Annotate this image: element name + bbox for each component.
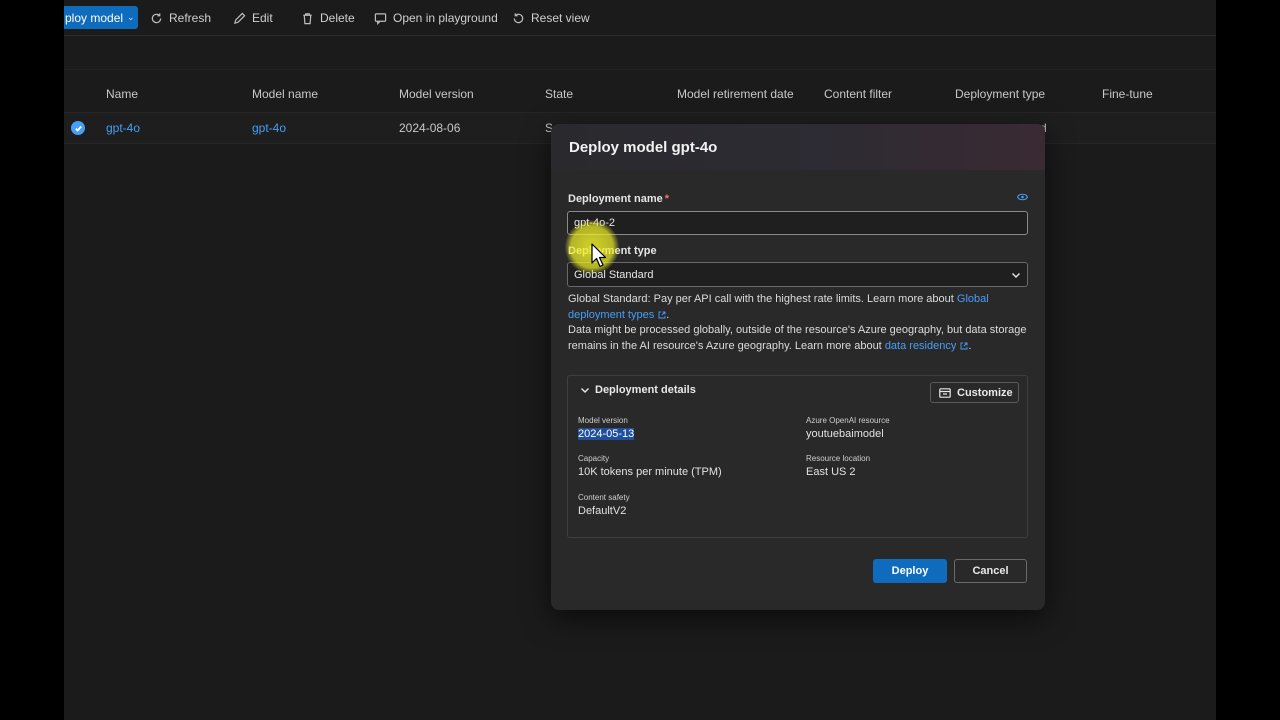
- deploy-model-dialog: Deploy model gpt-4o Deployment name* gpt…: [551, 124, 1045, 610]
- deployment-name-label: Deployment name *: [568, 193, 669, 205]
- refresh-label: Refresh: [169, 11, 212, 25]
- column-header-name[interactable]: Name: [106, 87, 138, 101]
- resource-location-key: Resource location: [806, 454, 871, 463]
- pencil-icon: [233, 12, 246, 24]
- info-text-1: Global Standard: Pay per API call with t…: [568, 293, 954, 305]
- dialog-header: Deploy model gpt-4o: [551, 124, 1045, 170]
- refresh-icon: [151, 12, 162, 23]
- model-name-link[interactable]: gpt-4o: [252, 121, 286, 135]
- eye-icon[interactable]: [1017, 193, 1028, 201]
- settings-panel-icon: [939, 387, 951, 398]
- delete-button[interactable]: Delete: [301, 10, 355, 26]
- command-bar: ploy model ⌄ Refresh Edit Delete Open in…: [64, 0, 1216, 36]
- content-safety-value: DefaultV2: [578, 505, 627, 517]
- filter-band: [64, 38, 1216, 70]
- column-header-model-version[interactable]: Model version: [399, 87, 474, 101]
- row-selected-checkbox[interactable]: [71, 121, 85, 135]
- chevron-down-icon: [1012, 273, 1020, 278]
- reset-view-label: Reset view: [531, 11, 590, 25]
- capacity-value: 10K tokens per minute (TPM): [578, 466, 722, 478]
- deploy-model-label: ploy model: [65, 10, 124, 25]
- deployment-name-input[interactable]: gpt-4o-2: [567, 211, 1028, 235]
- column-header-fine-tune[interactable]: Fine-tune: [1102, 87, 1153, 101]
- model-version-text: 2024-05-13: [578, 428, 635, 440]
- deployment-type-info: Global Standard: Pay per API call with t…: [568, 293, 1027, 352]
- resource-location-value: East US 2: [806, 466, 856, 478]
- column-header-state[interactable]: State: [545, 87, 573, 101]
- reset-icon: [513, 12, 524, 23]
- deployment-name-link[interactable]: gpt-4o: [106, 121, 140, 135]
- capacity-key: Capacity: [578, 454, 610, 463]
- edit-button[interactable]: Edit: [233, 10, 273, 26]
- chat-icon: [374, 12, 387, 25]
- open-in-playground-label: Open in playground: [393, 11, 498, 25]
- deployment-name-label-text: Deployment name: [568, 193, 663, 205]
- deploy-model-button[interactable]: ploy model ⌄: [64, 6, 138, 29]
- checkmark-icon: [74, 125, 82, 132]
- data-residency-link[interactable]: data residency: [885, 340, 957, 352]
- mouse-pointer-icon: [591, 243, 607, 268]
- required-marker: *: [664, 193, 670, 205]
- delete-label: Delete: [320, 11, 355, 25]
- refresh-button[interactable]: Refresh: [150, 10, 211, 26]
- open-in-playground-button[interactable]: Open in playground: [374, 10, 498, 26]
- deployment-type-dropdown[interactable]: Global Standard: [567, 262, 1028, 287]
- content-safety-key: Content safety: [578, 493, 630, 502]
- chevron-down-icon: [581, 388, 589, 393]
- deploy-button[interactable]: Deploy: [873, 559, 947, 583]
- openai-resource-value: youtuebaimodel: [806, 428, 884, 440]
- edit-label: Edit: [252, 11, 273, 25]
- external-link-icon: [658, 311, 666, 318]
- table-header: Name Model name Model version State Mode…: [64, 84, 1216, 104]
- screen-margin: [1216, 0, 1280, 720]
- column-header-content-filter[interactable]: Content filter: [824, 87, 892, 101]
- deployment-details-toggle[interactable]: Deployment details: [580, 384, 696, 396]
- model-version-cell: 2024-08-06: [399, 121, 461, 135]
- openai-resource-key: Azure OpenAI resource: [806, 416, 890, 425]
- info-text-2: Data might be processed globally, outsid…: [568, 324, 1027, 352]
- column-header-retirement-date[interactable]: Model retirement date: [677, 87, 794, 101]
- customize-button[interactable]: Customize: [930, 382, 1019, 403]
- model-version-value: 2024-05-13: [578, 428, 635, 440]
- customize-label: Customize: [957, 386, 1013, 399]
- cancel-button[interactable]: Cancel: [954, 559, 1027, 583]
- chevron-down-icon: ⌄: [127, 12, 135, 22]
- external-link-icon: [960, 342, 968, 349]
- model-version-key: Model version: [578, 416, 628, 425]
- column-header-model-name[interactable]: Model name: [252, 87, 318, 101]
- deployment-details-title: Deployment details: [595, 384, 696, 396]
- trash-icon: [303, 12, 312, 24]
- deployment-details-panel: Deployment details Customize Model versi…: [567, 375, 1028, 538]
- dialog-title: Deploy model gpt-4o: [569, 139, 718, 156]
- reset-view-button[interactable]: Reset view: [512, 10, 590, 26]
- column-header-deployment-type[interactable]: Deployment type: [955, 87, 1045, 101]
